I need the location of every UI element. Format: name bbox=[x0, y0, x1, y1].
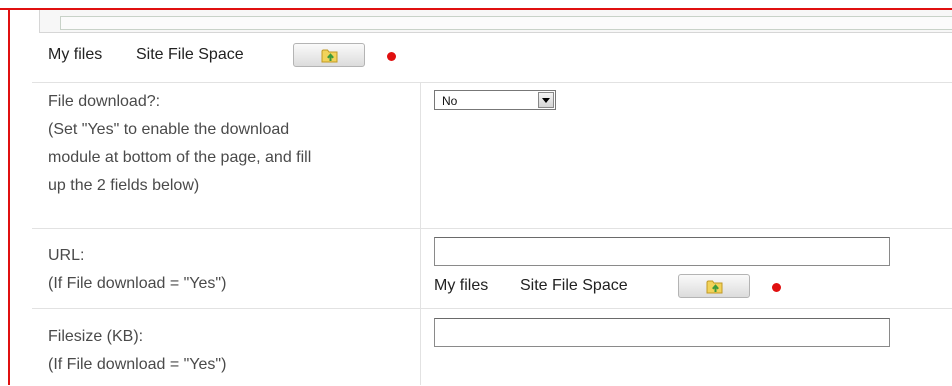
my-files-link-2[interactable]: My files bbox=[434, 277, 488, 295]
file-download-select[interactable]: No bbox=[434, 90, 556, 110]
file-download-help-line-2: module at bottom of the page, and fill bbox=[48, 149, 312, 166]
required-marker-2 bbox=[772, 283, 781, 292]
filesize-help: (If File download = "Yes") bbox=[48, 356, 227, 373]
file-download-help-line-1: (Set "Yes" to enable the download bbox=[48, 121, 290, 138]
url-label: URL: bbox=[48, 247, 85, 264]
file-download-label: File download?: bbox=[48, 93, 161, 110]
url-help: (If File download = "Yes") bbox=[48, 275, 227, 292]
previous-field-edge bbox=[60, 16, 952, 30]
filesize-label: Filesize (KB): bbox=[48, 328, 144, 345]
folder-upload-icon bbox=[706, 280, 723, 294]
my-files-link[interactable]: My files bbox=[48, 46, 102, 64]
site-file-space-link[interactable]: Site File Space bbox=[136, 46, 244, 64]
site-file-space-link-2[interactable]: Site File Space bbox=[520, 277, 628, 295]
required-marker bbox=[387, 52, 396, 61]
dropdown-arrow-icon[interactable] bbox=[538, 92, 554, 108]
folder-upload-icon bbox=[321, 49, 338, 63]
filesize-input[interactable] bbox=[434, 318, 890, 347]
previous-section-edge bbox=[39, 10, 952, 33]
file-download-help-line-3: up the 2 fields below) bbox=[48, 177, 200, 194]
browse-files-button-2[interactable] bbox=[678, 274, 750, 298]
file-download-select-value: No bbox=[442, 94, 458, 108]
frame-left-border bbox=[8, 8, 10, 385]
browse-files-button[interactable] bbox=[293, 43, 365, 67]
column-divider bbox=[420, 82, 421, 385]
url-input[interactable] bbox=[434, 237, 890, 266]
